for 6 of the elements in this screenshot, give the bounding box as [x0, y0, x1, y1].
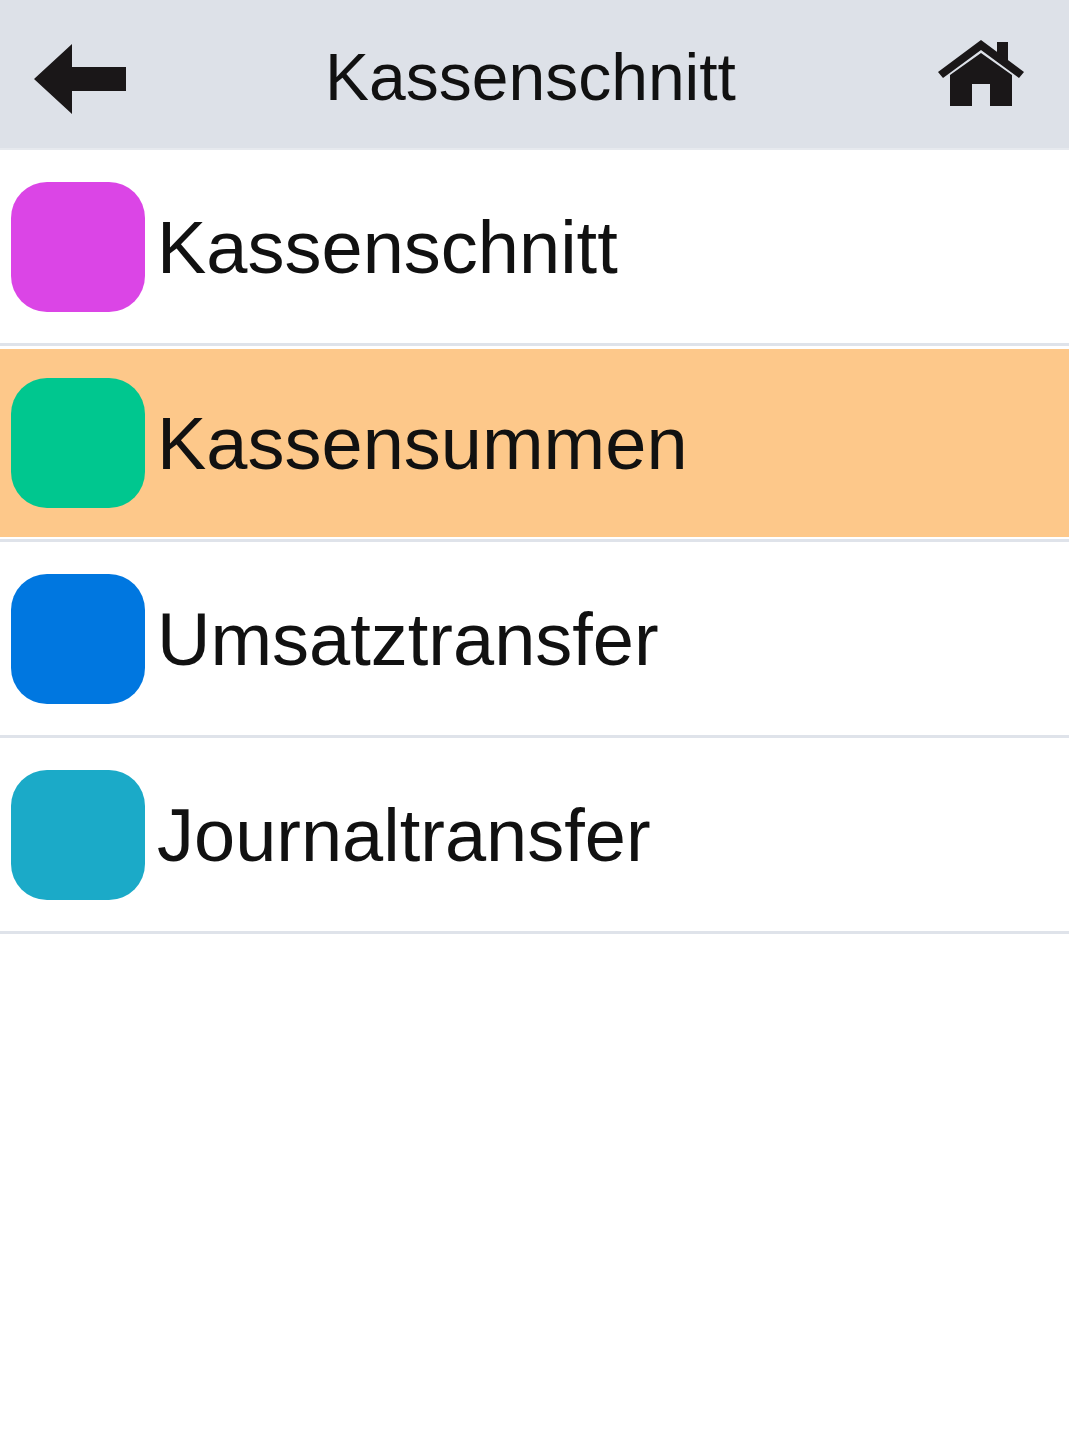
back-button[interactable] — [34, 44, 126, 114]
home-button[interactable] — [935, 40, 1027, 106]
back-arrow-icon — [34, 44, 126, 114]
page-title: Kassenschnitt — [325, 39, 736, 110]
home-icon — [935, 40, 1027, 106]
menu-item[interactable]: Kassensummen — [0, 349, 1069, 537]
